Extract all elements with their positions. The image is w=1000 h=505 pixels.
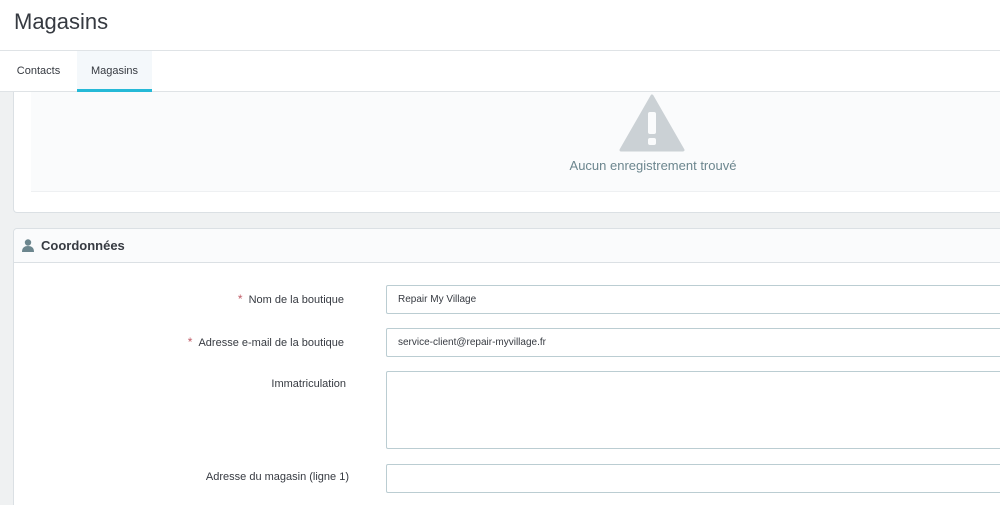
panel-heading: Coordonnées: [14, 229, 1000, 263]
empty-state-message: Aucun enregistrement trouvé: [569, 158, 737, 173]
coordinates-panel: Coordonnées *Nom de la boutique *Adresse…: [13, 228, 1000, 505]
tab-bar: Contacts Magasins: [0, 51, 1000, 92]
user-icon: [22, 239, 34, 252]
shop-email-input[interactable]: [386, 328, 1000, 357]
tab-magasins-label: Magasins: [90, 65, 139, 77]
required-marker: *: [187, 335, 193, 349]
shop-name-label: * Nom de la boutique: [237, 292, 344, 306]
list-panel: Aucun enregistrement trouvé: [13, 92, 1000, 213]
tab-contacts-label: Contacts: [16, 65, 61, 77]
registration-textarea[interactable]: [386, 371, 1000, 449]
page-header: Magasins: [0, 0, 1000, 51]
required-marker: *: [237, 292, 243, 306]
empty-state: Aucun enregistrement trouvé: [31, 92, 1000, 192]
warning-icon: [619, 94, 685, 152]
registration-label: Immatriculation: [271, 378, 346, 390]
address-line1-label: Adresse du magasin (ligne 1): [205, 471, 349, 483]
tab-magasins[interactable]: Magasins: [77, 51, 152, 92]
address-line1-input[interactable]: [386, 464, 1000, 493]
panel-title: Coordonnées: [41, 238, 125, 253]
page-title: Magasins: [14, 9, 109, 34]
shop-name-input[interactable]: [386, 285, 1000, 314]
shop-email-label: * Adresse e-mail de la boutique: [187, 335, 344, 349]
tab-contacts[interactable]: Contacts: [0, 51, 77, 91]
